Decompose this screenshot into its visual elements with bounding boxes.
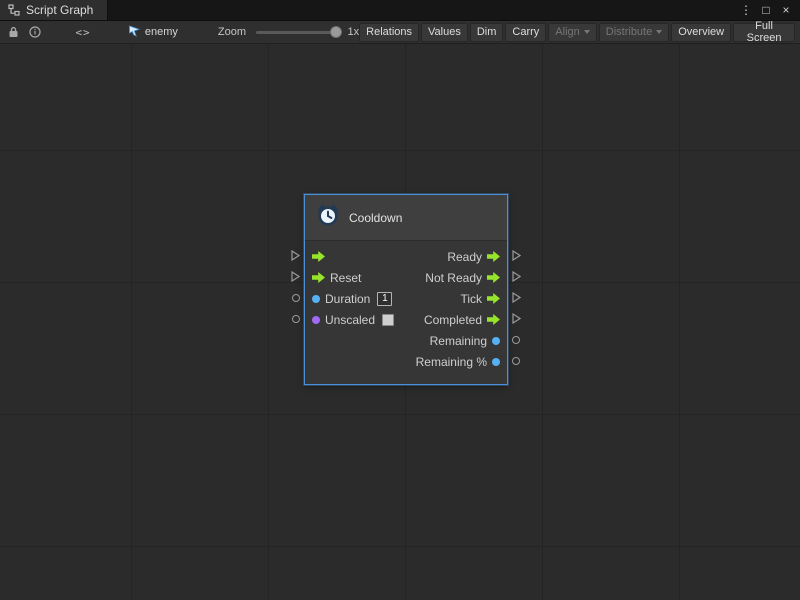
graph-asset-icon (128, 25, 140, 40)
port-label: Tick (460, 292, 482, 306)
port-not-ready[interactable]: Not Ready (425, 271, 500, 285)
duration-input[interactable] (377, 292, 392, 306)
flow-arrow-icon (312, 251, 325, 262)
cooldown-node[interactable]: Cooldown Ready (304, 194, 508, 385)
relations-button[interactable]: Relations (359, 23, 419, 42)
window-controls: ⋮ □ × (738, 0, 800, 20)
node-area: Cooldown Ready (288, 194, 524, 385)
flow-arrow-icon (487, 293, 500, 304)
graph-breadcrumb[interactable]: enemy (128, 25, 178, 40)
fullscreen-button[interactable]: Full Screen (733, 23, 795, 42)
port-tick[interactable]: Tick (460, 292, 500, 306)
overview-button[interactable]: Overview (671, 23, 731, 42)
port-completed[interactable]: Completed (424, 313, 500, 327)
alarm-clock-icon (316, 203, 340, 232)
flow-out-connector-icon[interactable] (512, 271, 521, 282)
distribute-button: Distribute (599, 23, 669, 42)
flow-out-connector-icon[interactable] (512, 292, 521, 303)
node-row: Remaining % (305, 351, 507, 372)
flow-out-connector-icon[interactable] (512, 250, 521, 261)
cooldown-node-header[interactable]: Cooldown (305, 195, 507, 241)
zoom-value: 1x (348, 26, 360, 38)
window-menu-icon[interactable]: ⋮ (738, 0, 754, 20)
value-out-connector-icon[interactable] (512, 336, 520, 344)
node-body: Ready Reset (305, 241, 507, 384)
values-button[interactable]: Values (421, 23, 468, 42)
value-port-icon (492, 337, 500, 345)
node-title: Cooldown (349, 211, 402, 225)
port-remaining[interactable]: Remaining (430, 334, 500, 348)
dim-button[interactable]: Dim (470, 23, 504, 42)
distribute-label: Distribute (606, 26, 652, 38)
chevron-down-icon (584, 30, 590, 34)
port-ready[interactable]: Ready (447, 250, 500, 264)
port-label: Unscaled (325, 313, 375, 327)
value-port-icon (492, 358, 500, 366)
node-row: Unscaled Completed (305, 309, 507, 330)
graph-toolbar: <> enemy Zoom 1x Relations Values Dim Ca… (0, 21, 800, 44)
chevron-down-icon (656, 30, 662, 34)
align-button: Align (548, 23, 596, 42)
maximize-icon[interactable]: □ (758, 0, 774, 20)
left-port-rail (288, 194, 300, 371)
value-out-connector-icon[interactable] (512, 357, 520, 365)
graph-name: enemy (145, 26, 178, 38)
close-icon[interactable]: × (778, 0, 794, 20)
tab-script-graph[interactable]: Script Graph (0, 0, 108, 20)
align-label: Align (555, 26, 579, 38)
zoom-label: Zoom (218, 26, 246, 38)
unscaled-checkbox[interactable] (382, 314, 394, 326)
port-label: Reset (330, 271, 361, 285)
flow-arrow-icon (487, 314, 500, 325)
node-row: Reset Not Ready (305, 267, 507, 288)
flow-arrow-icon (487, 251, 500, 262)
port-reset[interactable]: Reset (312, 271, 361, 285)
carry-button[interactable]: Carry (505, 23, 546, 42)
tab-label: Script Graph (26, 3, 93, 17)
zoom-slider-handle[interactable] (330, 26, 342, 38)
flow-arrow-icon (312, 272, 325, 283)
port-label: Ready (447, 250, 482, 264)
port-duration[interactable]: Duration (312, 292, 392, 306)
right-port-rail (512, 194, 524, 371)
port-label: Duration (325, 292, 370, 306)
lock-icon[interactable] (3, 23, 25, 42)
flow-in-connector-icon[interactable] (291, 250, 300, 261)
port-label: Not Ready (425, 271, 482, 285)
port-label: Remaining % (416, 355, 487, 369)
port-remaining-percent[interactable]: Remaining % (416, 355, 500, 369)
port-label: Completed (424, 313, 482, 327)
node-row: Duration Tick (305, 288, 507, 309)
value-in-connector-icon[interactable] (292, 294, 300, 302)
zoom-slider-track[interactable] (256, 31, 341, 34)
flow-out-connector-icon[interactable] (512, 313, 521, 324)
port-unscaled[interactable]: Unscaled (312, 313, 394, 327)
titlebar: Script Graph ⋮ □ × (0, 0, 800, 21)
node-row: Remaining (305, 330, 507, 351)
graph-canvas[interactable]: Cooldown Ready (0, 44, 800, 600)
flow-in-connector-icon[interactable] (291, 271, 300, 282)
code-icon[interactable]: <> (72, 23, 94, 42)
value-port-icon (312, 316, 320, 324)
port-label: Remaining (430, 334, 487, 348)
value-in-connector-icon[interactable] (292, 315, 300, 323)
zoom-slider[interactable] (256, 26, 341, 38)
toolbar-buttons: Relations Values Dim Carry Align Distrib… (359, 23, 797, 42)
node-row: Ready (305, 246, 507, 267)
value-port-icon (312, 295, 320, 303)
info-icon[interactable] (25, 23, 47, 42)
graph-icon (8, 4, 20, 16)
flow-arrow-icon (487, 272, 500, 283)
port-flow-input[interactable] (312, 251, 325, 262)
script-graph-window: Script Graph ⋮ □ × <> (0, 0, 800, 600)
